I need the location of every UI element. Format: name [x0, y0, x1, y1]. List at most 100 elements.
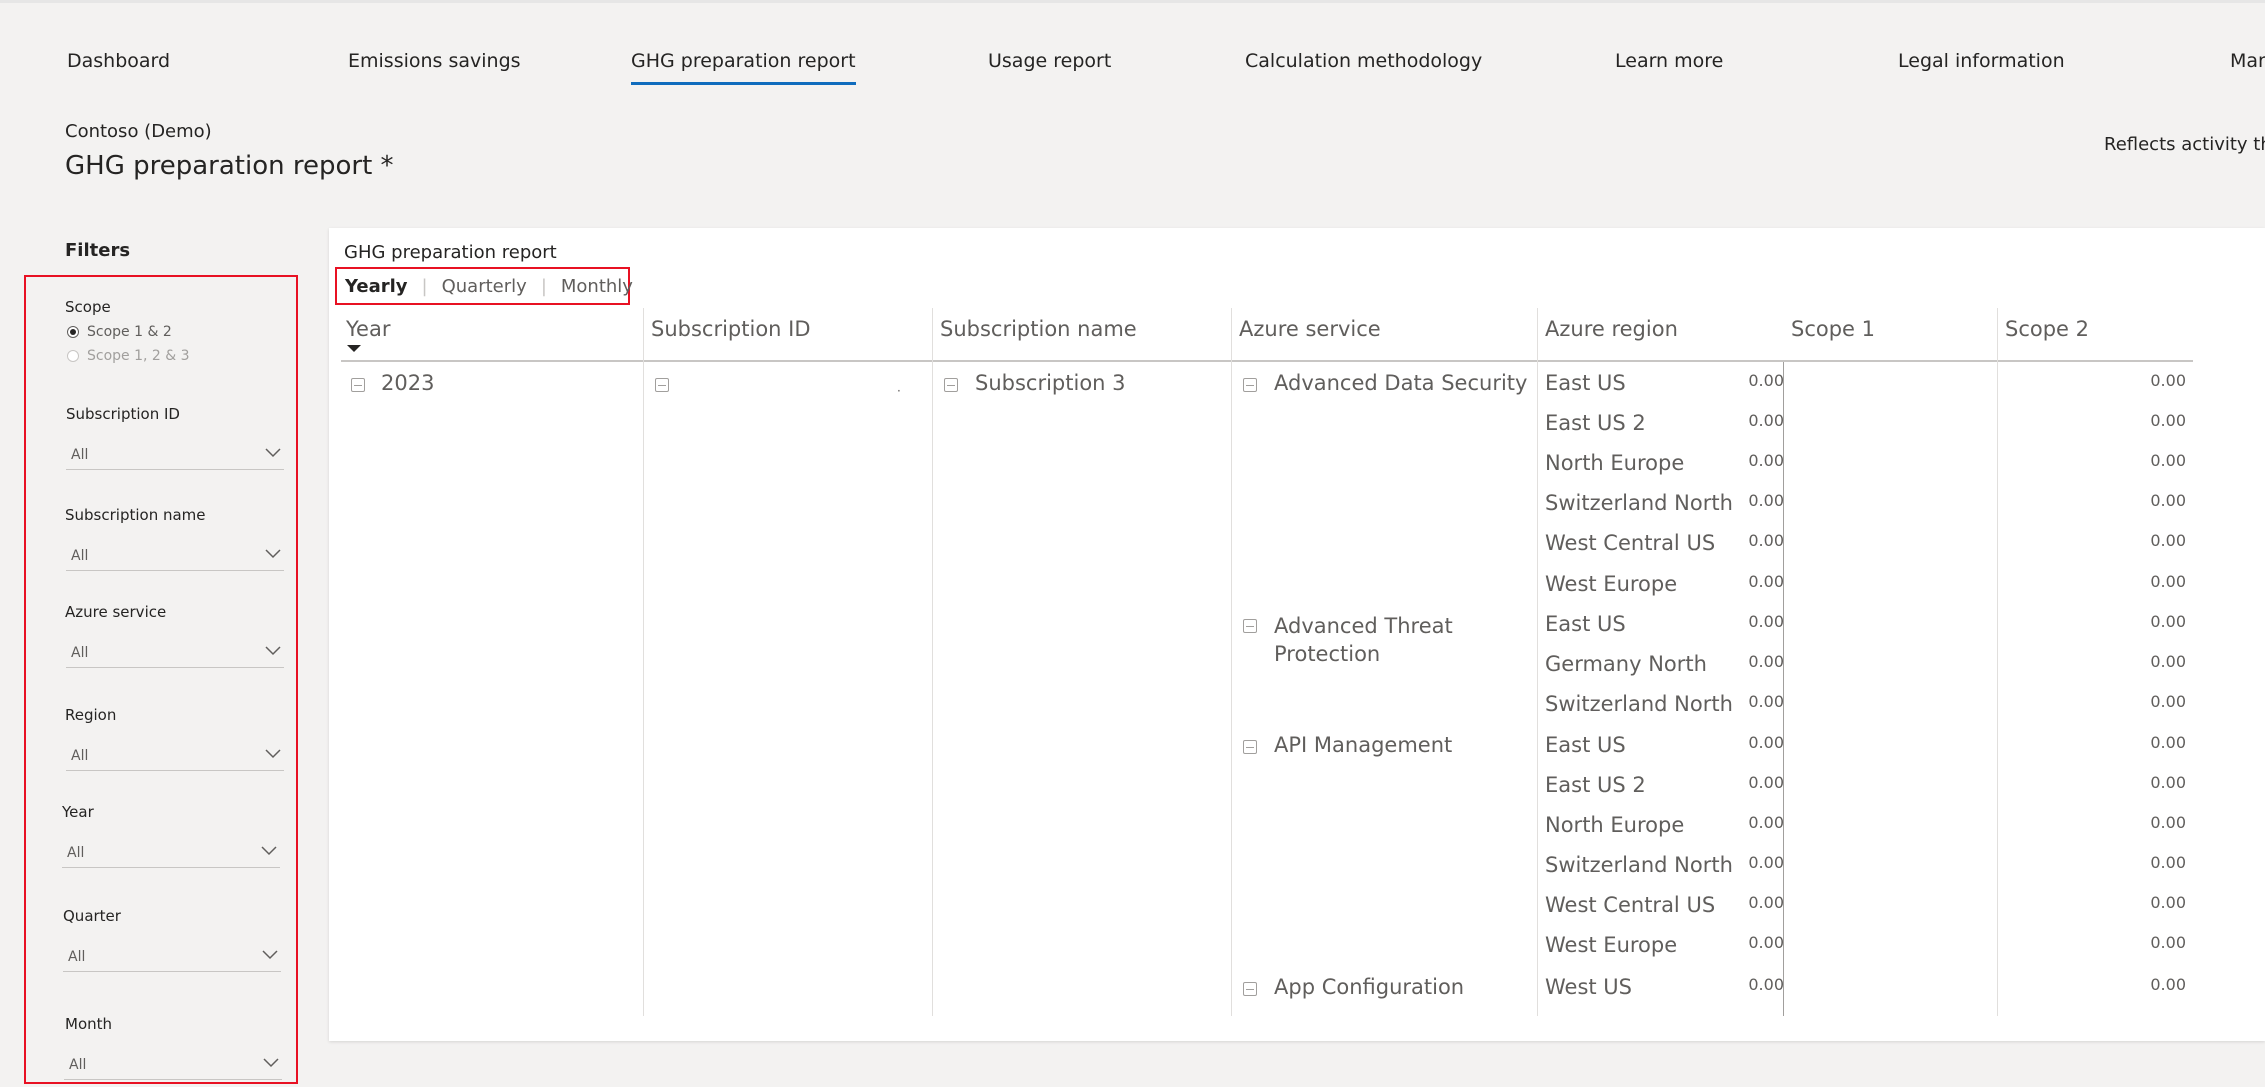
collapse-service-icon[interactable]: [1243, 982, 1257, 996]
region-cell: East US: [1545, 371, 1626, 395]
scope-label: Scope: [65, 298, 111, 316]
top-border: [0, 0, 2265, 3]
month-filter-dropdown[interactable]: All: [64, 1050, 282, 1080]
service-cell: Advanced Data Security: [1274, 371, 1528, 395]
collapse-subscription-id-icon[interactable]: [655, 378, 669, 392]
radio-selected-icon: [67, 326, 79, 338]
service-cell: App Configuration: [1274, 975, 1465, 999]
scope2-cell: 0.00: [2150, 491, 2186, 510]
column-header-subscription-id[interactable]: Subscription ID: [651, 317, 811, 341]
scope2-cell: 0.00: [2150, 975, 2186, 994]
collapse-year-icon[interactable]: [351, 378, 365, 392]
column-divider: [932, 308, 933, 1016]
scope2-cell: 0.00: [2150, 652, 2186, 671]
scope2-cell: 0.00: [2150, 733, 2186, 752]
collapse-subscription-name-icon[interactable]: [944, 378, 958, 392]
scope1-cell: 0.00: [1748, 933, 1784, 952]
subscription-id-filter-dropdown[interactable]: All: [66, 440, 284, 470]
collapse-service-icon[interactable]: [1243, 378, 1257, 392]
dropdown-value: All: [68, 948, 86, 965]
column-header-year[interactable]: Year: [346, 317, 390, 341]
region-cell: East US: [1545, 733, 1626, 757]
dropdown-value: All: [71, 547, 89, 564]
radio-unselected-icon: [67, 350, 79, 362]
region-filter-dropdown[interactable]: All: [66, 741, 284, 771]
page-title: GHG preparation report *: [65, 151, 394, 181]
scope1-cell: 0.00: [1748, 612, 1784, 631]
nav-dashboard[interactable]: Dashboard: [67, 50, 170, 72]
scope2-cell: 0.00: [2150, 813, 2186, 832]
nav-legal-information[interactable]: Legal information: [1898, 50, 2065, 72]
scope-option-1-2-3[interactable]: Scope 1, 2 & 3: [67, 348, 190, 364]
scope2-cell: 0.00: [2150, 451, 2186, 470]
scope-option-label: Scope 1, 2 & 3: [87, 348, 190, 364]
collapse-service-icon[interactable]: [1243, 740, 1257, 754]
column-header-scope-1[interactable]: Scope 1: [1791, 317, 1875, 341]
quarter-filter-dropdown[interactable]: All: [63, 942, 281, 972]
column-header-scope-2[interactable]: Scope 2: [2005, 317, 2089, 341]
scope1-cell: 0.00: [1748, 813, 1784, 832]
scope1-cell: 0.00: [1748, 411, 1784, 430]
table-header-divider: [341, 360, 2193, 362]
period-selector: Yearly | Quarterly | Monthly: [335, 267, 633, 305]
service-cell: Advanced Threat Protection: [1274, 614, 1453, 666]
chevron-down-icon: [261, 846, 277, 856]
nav-manage[interactable]: Man: [2230, 50, 2265, 72]
azure-service-filter-label: Azure service: [65, 603, 167, 621]
sort-descending-icon[interactable]: [347, 345, 361, 352]
scope1-cell: 0.00: [1748, 733, 1784, 752]
chevron-down-icon: [265, 646, 281, 656]
data-freshness-note: Reflects activity thro: [2104, 134, 2265, 155]
scope2-cell: 0.00: [2150, 612, 2186, 631]
period-monthly[interactable]: Monthly: [561, 276, 633, 297]
period-separator: |: [421, 275, 428, 297]
report-title: GHG preparation report: [344, 242, 557, 263]
subscription-id-cell: ·: [897, 384, 901, 398]
nav-emissions-savings[interactable]: Emissions savings: [348, 50, 521, 72]
scope2-cell: 0.00: [2150, 531, 2186, 550]
scope-option-1-2[interactable]: Scope 1 & 2: [67, 324, 172, 340]
period-quarterly[interactable]: Quarterly: [442, 276, 527, 297]
scope2-cell: 0.00: [2150, 853, 2186, 872]
scope1-cell: 0.00: [1748, 692, 1784, 711]
region-cell: West Europe: [1545, 933, 1678, 957]
chevron-down-icon: [263, 1058, 279, 1068]
column-header-azure-region[interactable]: Azure region: [1545, 317, 1678, 341]
nav-ghg-preparation-report[interactable]: GHG preparation report: [631, 50, 856, 85]
region-filter-label: Region: [65, 706, 117, 724]
column-divider: [1997, 308, 1998, 1016]
scope1-cell: 0.00: [1748, 773, 1784, 792]
scope1-cell: 0.00: [1748, 893, 1784, 912]
scope1-cell: 0.00: [1748, 451, 1784, 470]
subscription-name-filter-label: Subscription name: [65, 506, 206, 524]
column-divider: [1231, 308, 1232, 1016]
subscription-name-filter-dropdown[interactable]: All: [66, 541, 284, 571]
region-cell: East US 2: [1545, 411, 1646, 435]
year-cell: 2023: [381, 371, 435, 395]
region-cell: East US: [1545, 612, 1626, 636]
collapse-service-icon[interactable]: [1243, 619, 1257, 633]
org-name: Contoso (Demo): [65, 121, 212, 142]
scope1-cell: 0.00: [1748, 572, 1784, 591]
chevron-down-icon: [265, 749, 281, 759]
column-header-azure-service[interactable]: Azure service: [1239, 317, 1381, 341]
period-yearly[interactable]: Yearly: [345, 276, 408, 297]
year-filter-dropdown[interactable]: All: [62, 838, 280, 868]
nav-learn-more[interactable]: Learn more: [1615, 50, 1723, 72]
scope2-cell: 0.00: [2150, 411, 2186, 430]
quarter-filter-label: Quarter: [63, 907, 121, 925]
column-header-subscription-name[interactable]: Subscription name: [940, 317, 1137, 341]
scope1-cell: 0.00: [1748, 652, 1784, 671]
region-cell: East US 2: [1545, 773, 1646, 797]
dropdown-value: All: [71, 446, 89, 463]
nav-usage-report[interactable]: Usage report: [988, 50, 1111, 72]
dropdown-value: All: [69, 1056, 87, 1073]
azure-service-filter-dropdown[interactable]: All: [66, 638, 284, 668]
nav-calculation-methodology[interactable]: Calculation methodology: [1245, 50, 1482, 72]
dropdown-value: All: [71, 747, 89, 764]
region-cell: West Europe: [1545, 572, 1678, 596]
region-cell: West US: [1545, 975, 1633, 999]
filters-heading: Filters: [65, 240, 131, 261]
dropdown-value: All: [71, 644, 89, 661]
year-filter-label: Year: [62, 803, 94, 821]
